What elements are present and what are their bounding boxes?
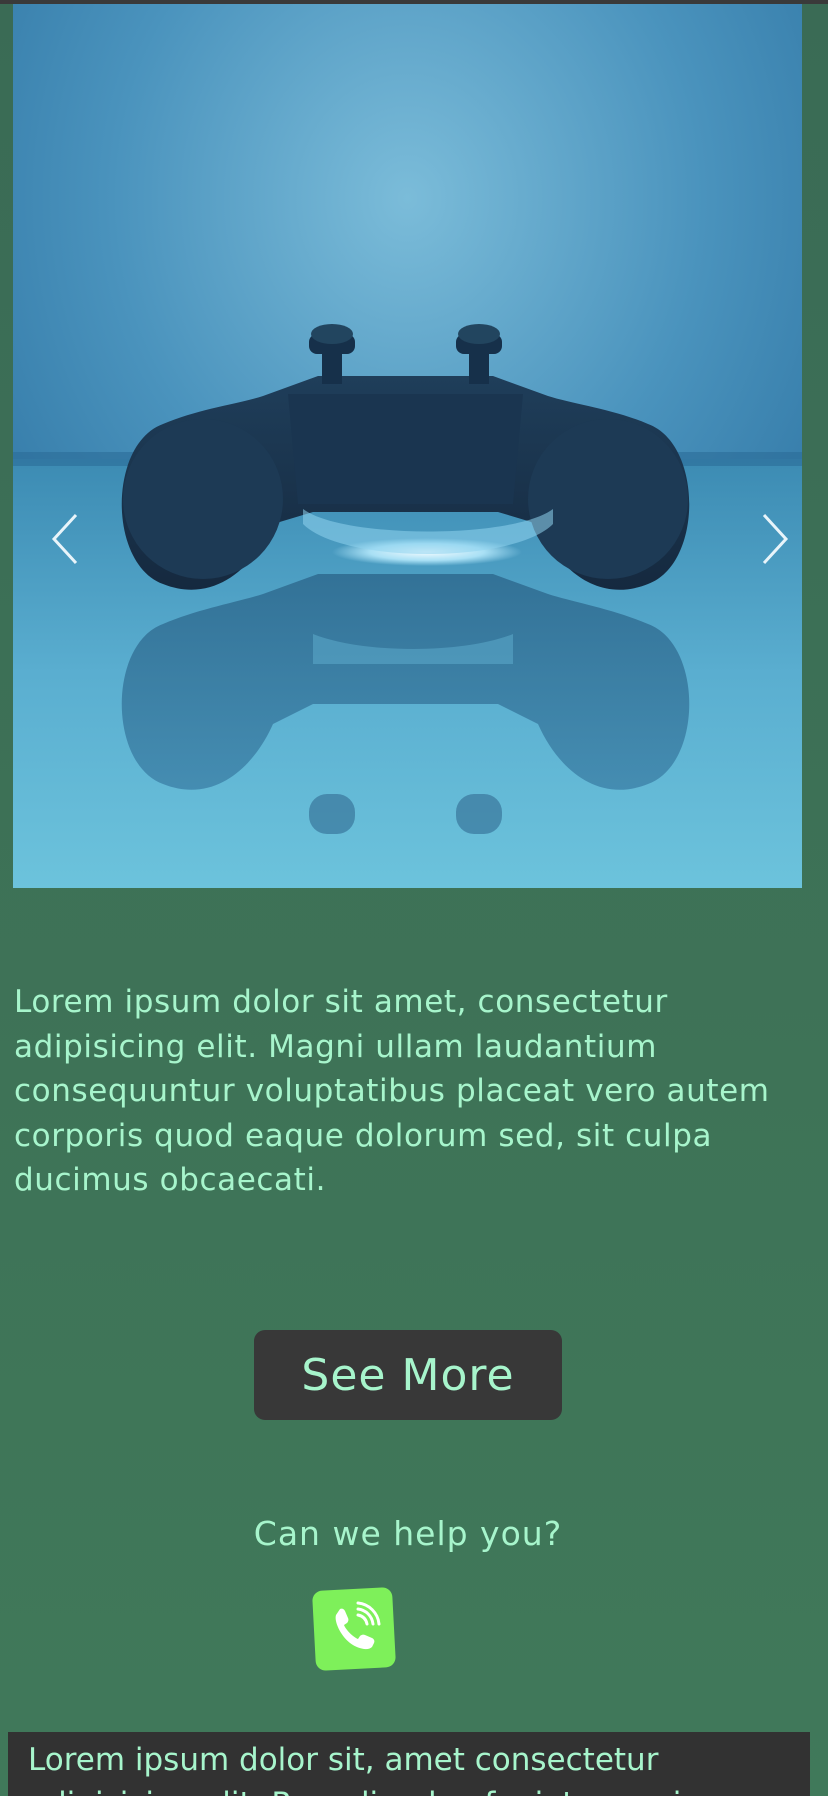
footer: Lorem ipsum dolor sit, amet consectetur … xyxy=(8,1732,810,1796)
carousel-next-button[interactable] xyxy=(750,509,800,569)
hero-image xyxy=(13,4,802,888)
footer-text: Lorem ipsum dolor sit, amet consectetur … xyxy=(28,1742,681,1796)
phone-icon xyxy=(312,1587,396,1671)
intro-paragraph: Lorem ipsum dolor sit amet, consectetur … xyxy=(14,984,770,1198)
see-more-button[interactable]: See More xyxy=(254,1330,562,1420)
help-heading: Can we help you? xyxy=(253,1514,563,1553)
phone-call-button[interactable] xyxy=(312,1587,396,1671)
carousel-prev-button[interactable] xyxy=(40,509,90,569)
chevron-left-icon xyxy=(51,513,78,565)
hero-carousel xyxy=(13,4,802,888)
chevron-right-icon xyxy=(762,513,789,565)
